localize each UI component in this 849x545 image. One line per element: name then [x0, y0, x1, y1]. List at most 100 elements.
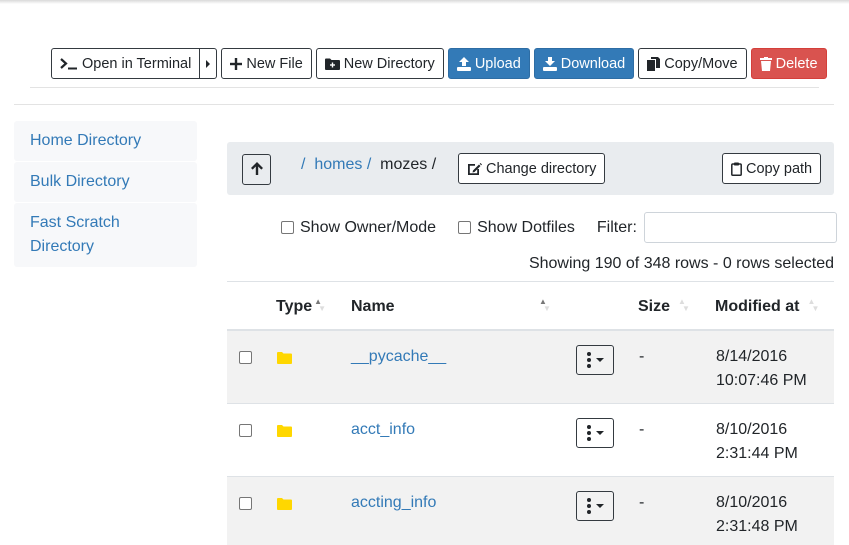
change-directory-button[interactable]: Change directory	[458, 153, 606, 184]
sidebar-item-bulk-directory[interactable]: Bulk Directory	[14, 162, 197, 202]
modified-at: 8/10/2016 2:31:44 PM	[716, 418, 798, 466]
new-file-button[interactable]: New File	[221, 48, 312, 79]
breadcrumb-item-mozes: mozes	[380, 156, 428, 173]
upload-label: Upload	[474, 55, 521, 72]
sort-icon: ▲ ▼	[314, 297, 327, 313]
table-row[interactable]: accting_info - 8/10/2016 2:31:48 PM	[227, 477, 834, 545]
filter-label: Filter:	[596, 218, 637, 236]
copy-path-button[interactable]: Copy path	[722, 153, 822, 184]
copy-move-button[interactable]: Copy/Move	[638, 48, 747, 79]
delete-button[interactable]: Delete	[750, 48, 827, 79]
row-select-checkbox[interactable]	[239, 497, 252, 510]
modified-date: 8/10/2016	[716, 421, 788, 438]
open-in-terminal-button[interactable]: Open in Terminal	[51, 48, 201, 79]
row-select-checkbox[interactable]	[239, 351, 252, 364]
upload-icon	[456, 56, 471, 71]
column-header-type[interactable]: Type ▲ ▼	[276, 298, 326, 316]
terminal-dropdown-toggle[interactable]	[199, 48, 218, 79]
column-modified-label: Modified at	[715, 298, 800, 315]
trash-icon	[759, 56, 772, 71]
top-shadow	[0, 0, 849, 4]
file-table: Type ▲ ▼ Name ▲ ▼ Size ▲ ▼ Modified at ▲ ▼ _…	[227, 281, 834, 545]
file-name-link[interactable]: acct_info	[351, 421, 415, 439]
rows-status: Showing 190 of 348 rows - 0 rows selecte…	[528, 255, 834, 272]
modified-date: 8/10/2016	[716, 494, 788, 511]
modified-date: 8/14/2016	[716, 348, 788, 365]
kebab-icon	[586, 498, 591, 514]
caret-right-icon	[206, 59, 211, 68]
download-button[interactable]: Download	[533, 48, 635, 79]
show-dotfiles-checkbox[interactable]	[458, 221, 472, 234]
content-divider	[14, 104, 834, 105]
caret-down-icon	[595, 358, 604, 362]
row-actions-dropdown[interactable]	[576, 345, 614, 375]
table-row[interactable]: acct_info - 8/10/2016 2:31:44 PM	[227, 404, 834, 477]
file-toolbar: Open in Terminal New File New Directory …	[51, 48, 827, 79]
name-sort-control[interactable]: ▲ ▼	[537, 297, 551, 313]
download-label: Download	[560, 55, 626, 72]
upload-button[interactable]: Upload	[447, 48, 530, 79]
breadcrumb-separator: /	[431, 156, 437, 173]
modified-time: 10:07:46 PM	[716, 372, 807, 389]
file-size: -	[639, 348, 645, 365]
kebab-icon	[586, 352, 591, 368]
toolbar-divider	[30, 87, 819, 88]
sidebar-item-fast-scratch-directory[interactable]: Fast Scratch Directory	[14, 203, 197, 267]
folder-plus-icon	[324, 58, 340, 70]
plus-icon	[230, 57, 243, 70]
new-directory-button[interactable]: New Directory	[315, 48, 444, 79]
filter-row: Show Owner/Mode Show Dotfiles Filter:	[281, 212, 837, 243]
column-header-modified[interactable]: Modified at ▲ ▼	[715, 298, 819, 316]
show-owner-mode-toggle[interactable]: Show Owner/Mode	[281, 219, 436, 237]
breadcrumb-item-homes[interactable]: homes	[314, 156, 362, 174]
folder-icon	[277, 424, 292, 441]
column-name-label: Name	[351, 298, 395, 315]
column-header-name[interactable]: Name	[351, 298, 395, 316]
sort-icon: ▲ ▼	[807, 297, 820, 313]
breadcrumb-root[interactable]: /	[301, 156, 305, 174]
new-directory-label: New Directory	[343, 55, 435, 72]
row-actions-dropdown[interactable]	[576, 418, 614, 448]
arrow-up-icon	[250, 161, 263, 178]
show-dotfiles-toggle[interactable]: Show Dotfiles	[458, 219, 575, 237]
open-in-terminal-label: Open in Terminal	[82, 55, 192, 72]
sort-icon: ▲ ▼	[678, 297, 690, 313]
column-type-label: Type	[276, 298, 313, 315]
show-owner-mode-label: Show Owner/Mode	[300, 218, 437, 236]
copy-icon	[647, 56, 661, 71]
modified-at: 8/10/2016 2:31:48 PM	[716, 491, 798, 539]
row-select-checkbox[interactable]	[239, 424, 252, 437]
folder-icon	[277, 497, 292, 514]
file-size: -	[639, 421, 645, 438]
row-actions-dropdown[interactable]	[576, 491, 614, 521]
modified-time: 2:31:44 PM	[716, 445, 798, 462]
filter-input[interactable]	[643, 212, 837, 243]
go-up-button[interactable]	[242, 154, 271, 185]
caret-down-icon	[595, 504, 604, 508]
kebab-icon	[586, 425, 591, 441]
column-header-size[interactable]: Size ▲ ▼	[638, 298, 690, 316]
modified-time: 2:31:48 PM	[716, 518, 798, 535]
folder-icon	[277, 351, 292, 368]
new-file-label: New File	[246, 55, 303, 72]
show-owner-mode-checkbox[interactable]	[281, 221, 294, 234]
file-name-link[interactable]: __pycache__	[351, 348, 446, 366]
caret-down-icon	[595, 431, 604, 435]
terminal-icon	[60, 57, 78, 70]
file-size: -	[639, 494, 645, 511]
show-dotfiles-label: Show Dotfiles	[477, 218, 575, 236]
sort-icon: ▲ ▼	[539, 297, 551, 313]
file-name-link[interactable]: accting_info	[351, 494, 436, 512]
table-header: Type ▲ ▼ Name ▲ ▼ Size ▲ ▼ Modified at ▲ ▼	[227, 281, 834, 331]
breadcrumb: / homes / mozes /	[301, 156, 436, 174]
open-terminal-group: Open in Terminal	[51, 48, 218, 79]
change-directory-label: Change directory	[486, 160, 597, 177]
modified-at: 8/14/2016 10:07:46 PM	[716, 345, 807, 393]
column-size-label: Size	[638, 298, 671, 315]
copy-path-label: Copy path	[746, 160, 813, 177]
table-row[interactable]: __pycache__ - 8/14/2016 10:07:46 PM	[227, 331, 834, 404]
clipboard-icon	[731, 162, 742, 176]
sidebar-item-home-directory[interactable]: Home Directory	[14, 121, 197, 161]
favorites-sidebar: Home Directory Bulk Directory Fast Scrat…	[14, 121, 197, 268]
download-icon	[542, 56, 557, 71]
